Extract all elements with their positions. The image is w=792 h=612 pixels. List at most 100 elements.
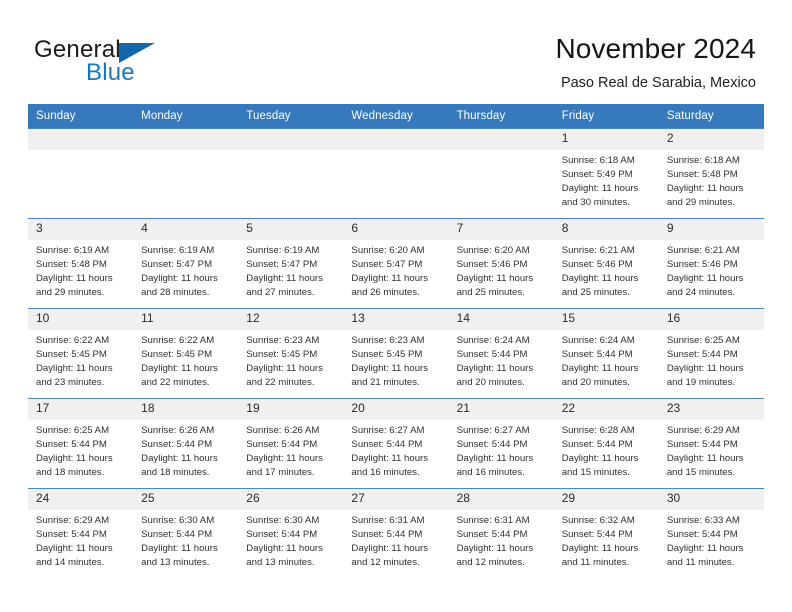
day-number: 28 bbox=[448, 489, 554, 510]
sunset-text: Sunset: 5:44 PM bbox=[561, 529, 633, 540]
calendar-day-cell[interactable]: 9 Sunrise: 6:21 AM Sunset: 5:46 PM Daylight… bbox=[658, 218, 764, 309]
weekday-header-friday: Friday bbox=[553, 104, 659, 129]
sunrise-text: Sunrise: 6:21 AM bbox=[561, 245, 635, 256]
sunset-text: Sunset: 5:48 PM bbox=[666, 169, 738, 180]
day-details: Sunrise: 6:25 AM Sunset: 5:44 PM Daylight:… bbox=[659, 330, 764, 390]
day-number: 10 bbox=[28, 309, 134, 330]
day-number: 15 bbox=[553, 309, 659, 330]
calendar-header-row: Sunday Monday Tuesday Wednesday Thursday… bbox=[28, 104, 764, 129]
day-details: Sunrise: 6:29 AM Sunset: 5:44 PM Daylight:… bbox=[28, 510, 133, 570]
calendar-day-cell[interactable]: 11 Sunrise: 6:22 AM Sunset: 5:45 PM Dayligh… bbox=[133, 308, 239, 399]
calendar-day-cell-empty[interactable] bbox=[238, 128, 344, 219]
sunrise-text: Sunrise: 6:26 AM bbox=[141, 425, 215, 436]
sunrise-text: Sunrise: 6:29 AM bbox=[36, 515, 110, 526]
sunset-text: Sunset: 5:49 PM bbox=[561, 169, 633, 180]
calendar-day-cell[interactable]: 23 Sunrise: 6:29 AM Sunset: 5:44 PM Dayligh… bbox=[658, 398, 764, 489]
day-details: Sunrise: 6:22 AM Sunset: 5:45 PM Daylight:… bbox=[133, 330, 238, 390]
sunrise-text: Sunrise: 6:25 AM bbox=[666, 335, 740, 346]
day-details: Sunrise: 6:20 AM Sunset: 5:47 PM Daylight:… bbox=[343, 240, 448, 300]
day-number bbox=[448, 129, 554, 150]
sunset-text: Sunset: 5:44 PM bbox=[351, 529, 423, 540]
sunset-text: Sunset: 5:44 PM bbox=[666, 439, 738, 450]
calendar-day-cell-empty[interactable] bbox=[133, 128, 239, 219]
daylight-text: Daylight: 11 hours and 12 minutes. bbox=[456, 543, 534, 568]
calendar-day-cell[interactable]: 6 Sunrise: 6:20 AM Sunset: 5:47 PM Daylight… bbox=[343, 218, 449, 309]
sunrise-text: Sunrise: 6:23 AM bbox=[351, 335, 425, 346]
sunset-text: Sunset: 5:44 PM bbox=[561, 349, 633, 360]
sunrise-text: Sunrise: 6:21 AM bbox=[666, 245, 740, 256]
day-number bbox=[28, 129, 134, 150]
day-details: Sunrise: 6:21 AM Sunset: 5:46 PM Daylight:… bbox=[659, 240, 764, 300]
daylight-text: Daylight: 11 hours and 22 minutes. bbox=[141, 363, 218, 388]
calendar-week-row: 17 Sunrise: 6:25 AM Sunset: 5:44 PM Dayligh… bbox=[28, 398, 764, 489]
daylight-text: Daylight: 11 hours and 27 minutes. bbox=[246, 273, 323, 298]
calendar-day-cell[interactable]: 4 Sunrise: 6:19 AM Sunset: 5:47 PM Daylight… bbox=[133, 218, 239, 309]
calendar-day-cell[interactable]: 1 Sunrise: 6:18 AM Sunset: 5:49 PM Daylight… bbox=[553, 128, 659, 219]
calendar-day-cell[interactable]: 13 Sunrise: 6:23 AM Sunset: 5:45 PM Dayligh… bbox=[343, 308, 449, 399]
day-details: Sunrise: 6:28 AM Sunset: 5:44 PM Daylight:… bbox=[554, 420, 659, 480]
calendar-day-cell[interactable]: 27 Sunrise: 6:31 AM Sunset: 5:44 PM Dayligh… bbox=[343, 488, 449, 578]
day-number: 23 bbox=[658, 399, 764, 420]
calendar-day-cell[interactable]: 10 Sunrise: 6:22 AM Sunset: 5:45 PM Dayligh… bbox=[28, 308, 134, 399]
calendar-day-cell[interactable]: 7 Sunrise: 6:20 AM Sunset: 5:46 PM Daylight… bbox=[448, 218, 554, 309]
calendar-day-cell[interactable]: 25 Sunrise: 6:30 AM Sunset: 5:44 PM Dayligh… bbox=[133, 488, 239, 578]
daylight-text: Daylight: 11 hours and 16 minutes. bbox=[456, 453, 534, 478]
logo-text-blue: Blue bbox=[86, 59, 135, 86]
day-details: Sunrise: 6:23 AM Sunset: 5:45 PM Daylight:… bbox=[343, 330, 448, 390]
day-number: 29 bbox=[553, 489, 659, 510]
sunset-text: Sunset: 5:46 PM bbox=[666, 259, 738, 270]
calendar-day-cell[interactable]: 24 Sunrise: 6:29 AM Sunset: 5:44 PM Dayligh… bbox=[28, 488, 134, 578]
day-details: Sunrise: 6:26 AM Sunset: 5:44 PM Daylight:… bbox=[133, 420, 238, 480]
calendar-day-cell[interactable]: 30 Sunrise: 6:33 AM Sunset: 5:44 PM Dayligh… bbox=[658, 488, 764, 578]
weekday-header-monday: Monday bbox=[133, 104, 239, 129]
daylight-text: Daylight: 11 hours and 21 minutes. bbox=[351, 363, 429, 388]
calendar-day-cell[interactable]: 21 Sunrise: 6:27 AM Sunset: 5:44 PM Dayligh… bbox=[448, 398, 554, 489]
sunrise-text: Sunrise: 6:19 AM bbox=[246, 245, 320, 256]
day-number: 14 bbox=[448, 309, 554, 330]
calendar-day-cell[interactable]: 26 Sunrise: 6:30 AM Sunset: 5:44 PM Dayligh… bbox=[238, 488, 344, 578]
day-details: Sunrise: 6:18 AM Sunset: 5:48 PM Daylight:… bbox=[659, 150, 764, 210]
calendar-day-cell[interactable]: 28 Sunrise: 6:31 AM Sunset: 5:44 PM Dayligh… bbox=[448, 488, 554, 578]
sunrise-text: Sunrise: 6:22 AM bbox=[141, 335, 215, 346]
sunset-text: Sunset: 5:45 PM bbox=[36, 349, 107, 360]
calendar-day-cell-empty[interactable] bbox=[343, 128, 449, 219]
weekday-header-tuesday: Tuesday bbox=[238, 104, 344, 129]
calendar-day-cell[interactable]: 22 Sunrise: 6:28 AM Sunset: 5:44 PM Dayligh… bbox=[553, 398, 659, 489]
daylight-text: Daylight: 11 hours and 18 minutes. bbox=[36, 453, 113, 478]
calendar-day-cell[interactable]: 17 Sunrise: 6:25 AM Sunset: 5:44 PM Dayligh… bbox=[28, 398, 134, 489]
calendar-day-cell[interactable]: 16 Sunrise: 6:25 AM Sunset: 5:44 PM Dayligh… bbox=[658, 308, 764, 399]
calendar-day-cell[interactable]: 14 Sunrise: 6:24 AM Sunset: 5:44 PM Dayligh… bbox=[448, 308, 554, 399]
day-details: Sunrise: 6:24 AM Sunset: 5:44 PM Daylight:… bbox=[449, 330, 554, 390]
sunrise-text: Sunrise: 6:28 AM bbox=[561, 425, 635, 436]
calendar-day-cell[interactable]: 20 Sunrise: 6:27 AM Sunset: 5:44 PM Dayligh… bbox=[343, 398, 449, 489]
day-number: 6 bbox=[343, 219, 449, 240]
general-blue-logo: General Blue bbox=[34, 38, 254, 90]
calendar-day-cell[interactable]: 15 Sunrise: 6:24 AM Sunset: 5:44 PM Dayligh… bbox=[553, 308, 659, 399]
sunrise-text: Sunrise: 6:29 AM bbox=[666, 425, 740, 436]
calendar-day-cell[interactable]: 3 Sunrise: 6:19 AM Sunset: 5:48 PM Daylight… bbox=[28, 218, 134, 309]
calendar-week-row: 1 Sunrise: 6:18 AM Sunset: 5:49 PM Daylight… bbox=[28, 128, 764, 219]
daylight-text: Daylight: 11 hours and 30 minutes. bbox=[561, 183, 639, 208]
calendar-page: General Blue November 2024 Paso Real de … bbox=[0, 0, 792, 612]
sunset-text: Sunset: 5:44 PM bbox=[456, 349, 528, 360]
calendar-day-cell-empty[interactable] bbox=[28, 128, 134, 219]
daylight-text: Daylight: 11 hours and 14 minutes. bbox=[36, 543, 113, 568]
calendar-day-cell[interactable]: 12 Sunrise: 6:23 AM Sunset: 5:45 PM Dayligh… bbox=[238, 308, 344, 399]
calendar-day-cell[interactable]: 2 Sunrise: 6:18 AM Sunset: 5:48 PM Daylight… bbox=[658, 128, 764, 219]
day-number: 2 bbox=[658, 129, 764, 150]
day-details: Sunrise: 6:19 AM Sunset: 5:47 PM Daylight:… bbox=[238, 240, 343, 300]
calendar-day-cell[interactable]: 19 Sunrise: 6:26 AM Sunset: 5:44 PM Dayligh… bbox=[238, 398, 344, 489]
calendar-day-cell-empty[interactable] bbox=[448, 128, 554, 219]
daylight-text: Daylight: 11 hours and 16 minutes. bbox=[351, 453, 429, 478]
daylight-text: Daylight: 11 hours and 19 minutes. bbox=[666, 363, 744, 388]
day-number: 3 bbox=[28, 219, 134, 240]
calendar-day-cell[interactable]: 29 Sunrise: 6:32 AM Sunset: 5:44 PM Dayligh… bbox=[553, 488, 659, 578]
calendar-day-cell[interactable]: 18 Sunrise: 6:26 AM Sunset: 5:44 PM Dayligh… bbox=[133, 398, 239, 489]
day-number: 17 bbox=[28, 399, 134, 420]
calendar-day-cell[interactable]: 5 Sunrise: 6:19 AM Sunset: 5:47 PM Daylight… bbox=[238, 218, 344, 309]
daylight-text: Daylight: 11 hours and 13 minutes. bbox=[246, 543, 323, 568]
sunset-text: Sunset: 5:47 PM bbox=[246, 259, 318, 270]
weekday-header-thursday: Thursday bbox=[448, 104, 554, 129]
calendar-day-cell[interactable]: 8 Sunrise: 6:21 AM Sunset: 5:46 PM Daylight… bbox=[553, 218, 659, 309]
day-number: 27 bbox=[343, 489, 449, 510]
